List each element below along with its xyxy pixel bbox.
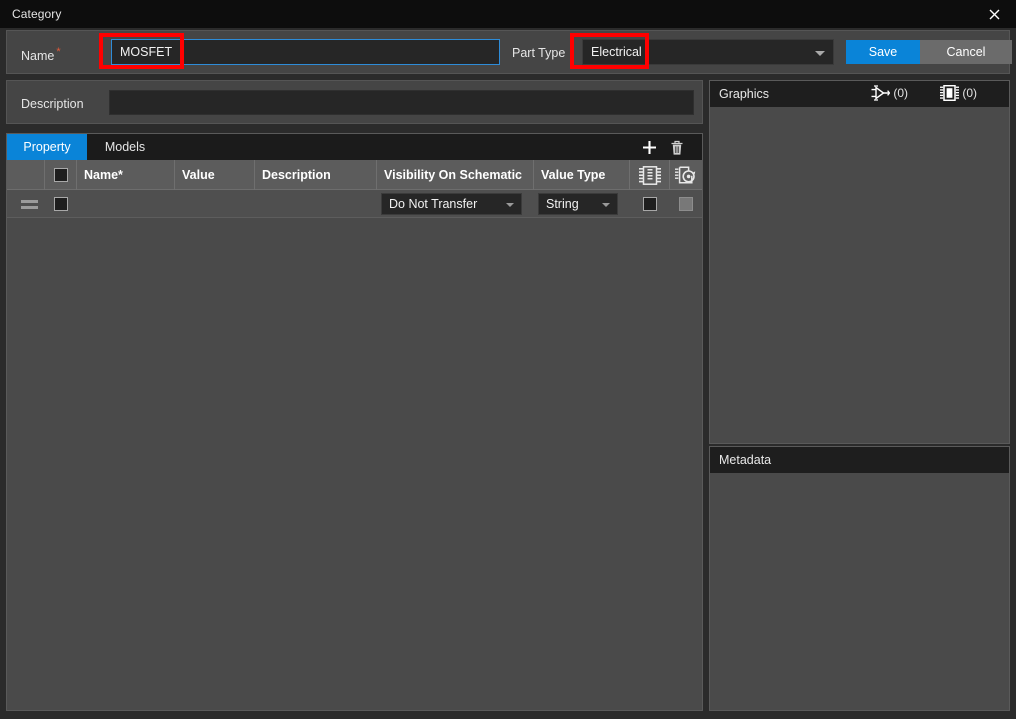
- drag-bar-2: [21, 206, 38, 209]
- select-all-checkbox[interactable]: [53, 168, 68, 182]
- trash-icon[interactable]: [666, 137, 688, 158]
- graphics-symbol-counter[interactable]: (0): [871, 85, 908, 101]
- graphics-footprint-counter[interactable]: (0): [940, 85, 977, 101]
- part-type-value: Electrical: [591, 45, 642, 59]
- row-value-type-dropdown[interactable]: String: [538, 193, 618, 215]
- drag-handle-icon[interactable]: [21, 200, 38, 209]
- tab-models[interactable]: Models: [87, 134, 163, 160]
- column-header-value[interactable]: Value: [175, 160, 255, 190]
- graphics-panel-title: Graphics: [719, 87, 770, 101]
- row-ic-package-checkbox[interactable]: [643, 197, 657, 211]
- name-label: Name *: [21, 46, 61, 63]
- ic-chip-icon: [940, 85, 960, 101]
- save-button[interactable]: Save: [846, 40, 920, 64]
- graphics-footprint-count: (0): [962, 86, 977, 100]
- category-dialog: Category Name* Part Type Electrical Save…: [0, 0, 1016, 719]
- description-input[interactable]: [109, 90, 694, 115]
- close-glyph: [989, 9, 999, 19]
- column-header-select-all[interactable]: [45, 160, 77, 190]
- logic-gate-icon: [871, 85, 891, 101]
- name-required-marker: *: [56, 46, 61, 58]
- description-bar: Description: [6, 80, 703, 124]
- row-visibility-dropdown[interactable]: Do Not Transfer: [381, 193, 522, 215]
- name-input[interactable]: [111, 39, 500, 65]
- column-header-name[interactable]: Name*: [77, 160, 175, 190]
- tab-property[interactable]: Property: [7, 134, 87, 160]
- ic-package-icon: [638, 165, 661, 185]
- column-header-drag: [7, 160, 45, 190]
- row-select-cell[interactable]: [45, 190, 77, 218]
- trash-glyph: [671, 140, 683, 155]
- tab-strip: Property Models: [7, 134, 702, 160]
- form-toolbar: Name* Part Type Electrical Save Cancel: [6, 30, 1012, 74]
- graphics-panel: Graphics (0) (0): [709, 80, 1010, 444]
- row-ic-simulation-cell: [670, 190, 702, 218]
- close-icon[interactable]: [972, 0, 1016, 28]
- chevron-down-icon: [602, 203, 610, 207]
- table-header-row: Name* Value Description Visibility On Sc…: [7, 160, 702, 190]
- metadata-panel-body: [710, 473, 1009, 710]
- title-bar: Category: [0, 0, 1016, 28]
- properties-panel: Property Models Name* Value Description …: [6, 133, 703, 711]
- row-ic-package-cell[interactable]: [630, 190, 670, 218]
- plus-glyph: [642, 141, 656, 154]
- drag-bar-1: [21, 200, 38, 203]
- row-value-cell[interactable]: [175, 190, 255, 218]
- plus-icon[interactable]: [638, 137, 660, 158]
- window-title: Category: [12, 7, 62, 21]
- row-description-cell[interactable]: [255, 190, 377, 218]
- column-header-value-type[interactable]: Value Type: [534, 160, 630, 190]
- part-type-dropdown[interactable]: Electrical: [582, 39, 834, 65]
- column-header-description[interactable]: Description: [255, 160, 377, 190]
- chevron-down-icon: [506, 203, 514, 207]
- graphics-panel-header: Graphics (0) (0): [710, 81, 1009, 107]
- name-label-text: Name: [21, 49, 55, 64]
- part-type-label: Part Type: [512, 46, 566, 60]
- graphics-symbol-count: (0): [893, 86, 908, 100]
- row-name-cell[interactable]: [77, 190, 175, 218]
- metadata-panel-title: Metadata: [719, 453, 772, 467]
- row-ic-simulation-checkbox: [679, 197, 693, 211]
- cancel-button[interactable]: Cancel: [920, 40, 1012, 64]
- column-header-ic-package[interactable]: [630, 160, 670, 190]
- metadata-panel-header: Metadata: [710, 447, 1009, 473]
- metadata-panel: Metadata: [709, 446, 1010, 711]
- column-header-visibility-on-schematic[interactable]: Visibility On Schematic: [377, 160, 534, 190]
- table-body-empty-area: [7, 218, 702, 710]
- chevron-down-icon: [815, 51, 825, 56]
- table-row[interactable]: Do Not Transfer String: [7, 190, 702, 218]
- column-header-ic-simulation[interactable]: [670, 160, 702, 190]
- row-visibility-value: Do Not Transfer: [389, 197, 478, 211]
- row-value-type-value: String: [546, 197, 579, 211]
- row-select-checkbox[interactable]: [54, 197, 68, 211]
- graphics-panel-body: [710, 107, 1009, 443]
- description-label: Description: [21, 97, 84, 111]
- ic-simulation-icon: [675, 165, 696, 183]
